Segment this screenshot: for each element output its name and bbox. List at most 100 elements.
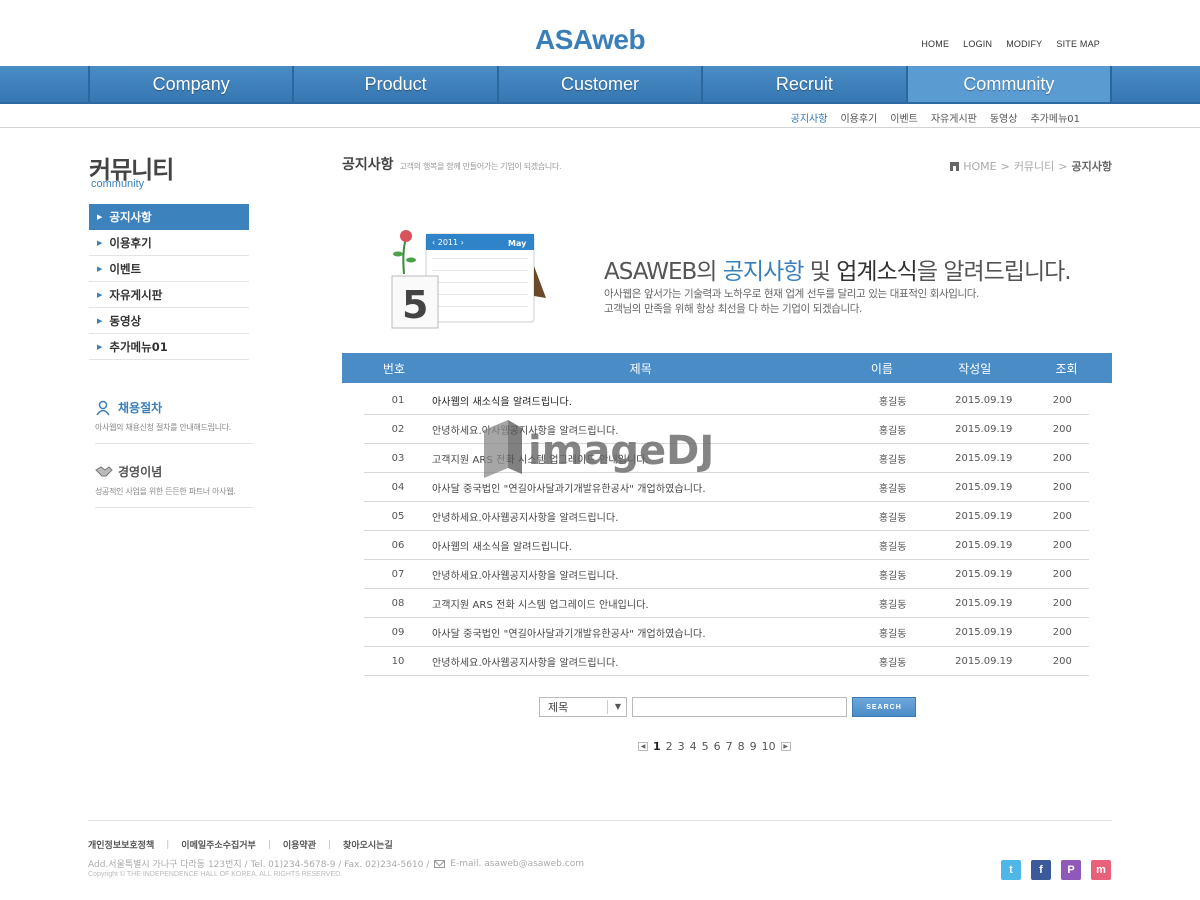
facebook-icon[interactable]: f [1031,860,1051,880]
lnb-item-label: 추가메뉴01 [109,339,168,354]
lnb-item-event[interactable]: ▶ 이벤트 [89,256,249,282]
subnav-notice[interactable]: 공지사항 [791,110,828,125]
row-title-link[interactable]: 아사달 중국법인 "연길아사달과기개발유한공사" 개업하였습니다. [432,480,820,495]
table-row[interactable]: 04 아사달 중국법인 "연길아사달과기개발유한공사" 개업하였습니다. 홍길동 20… [364,473,1089,502]
page-number[interactable]: 3 [678,740,685,753]
login-link[interactable]: LOGIN [963,39,992,49]
page-number[interactable]: 8 [738,740,745,753]
sitemap-link[interactable]: SITE MAP [1056,39,1100,49]
lnb-item-extra[interactable]: ▶ 추가메뉴01 [89,334,249,360]
prev-page-icon[interactable]: ◀ [638,742,648,751]
lnb-item-label: 동영상 [109,313,142,328]
banner-headline: ASAWEB의 공지사항 및 업계소식을 알려드립니다. [604,259,1072,285]
row-date: 2015.09.19 [955,394,1013,406]
lnb-item-review[interactable]: ▶ 이용후기 [89,230,249,256]
person-icon [95,400,113,416]
row-title-link[interactable]: 안녕하세요.아사웹공지사항을 알려드립니다. [432,567,820,582]
search-button[interactable]: SEARCH [852,697,916,717]
lnb-item-video[interactable]: ▶ 동영상 [89,308,249,334]
row-title-link[interactable]: 안녕하세요.아사웹공지사항을 알려드립니다. [432,422,820,437]
row-author: 홍길동 [878,483,907,495]
twitter-icon[interactable]: t [1001,860,1021,880]
row-date: 2015.09.19 [955,655,1013,667]
chevron-right-icon: > [1000,159,1010,173]
page-number[interactable]: 1 [653,740,661,753]
page-number[interactable]: 6 [714,740,721,753]
caret-down-icon: ▼ [614,702,621,711]
table-row[interactable]: 01 아사웹의 새소식을 알려드립니다. 홍길동 2015.09.19 200 [364,386,1089,415]
pagination: ◀ 1 2 3 4 5 6 7 8 9 10 ▶ [638,740,791,753]
subnav-extra[interactable]: 추가메뉴01 [1030,110,1080,125]
gnb-customer[interactable]: Customer [499,66,704,102]
lnb-item-label: 이용후기 [109,235,152,250]
row-title-link[interactable]: 안녕하세요.아사웹공지사항을 알려드립니다. [432,509,820,524]
col-header-date: 작성일 [958,361,992,376]
page-title: 공지사항 고객의 행복을 함께 만들어가는 기업이 되겠습니다. [342,154,562,174]
table-row[interactable]: 03 고객지원 ARS 전화 시스템 업그레이드 안내입니다. 홍길동 2015.09… [364,444,1089,473]
page-number[interactable]: 4 [690,740,697,753]
page-number[interactable]: 2 [666,740,673,753]
page-number[interactable]: 9 [750,740,757,753]
footer-email-refusal-link[interactable]: 이메일주소수집거부 [181,838,256,851]
row-title-link[interactable]: 고객지원 ARS 전화 시스템 업그레이드 안내입니다. [432,451,820,466]
lnb-item-notice[interactable]: ▶ 공지사항 [89,204,249,230]
row-title-link[interactable]: 안녕하세요.아사웹공지사항을 알려드립니다. [432,654,820,669]
breadcrumb-community[interactable]: 커뮤니티 [1014,158,1054,174]
table-row[interactable]: 05 안녕하세요.아사웹공지사항을 알려드립니다. 홍길동 2015.09.19 200 [364,502,1089,531]
next-page-icon[interactable]: ▶ [780,742,791,751]
footer-directions-link[interactable]: 찾아오시는길 [343,838,393,851]
promo-philosophy[interactable]: 경영이념 성공적인 사업을 위한 든든한 파트너 아사웹. [95,463,253,508]
subnav-event[interactable]: 이벤트 [890,110,918,125]
page-number[interactable]: 5 [702,740,709,753]
site-logo[interactable]: ASAweb [535,24,646,56]
table-row[interactable]: 07 안녕하세요.아사웹공지사항을 알려드립니다. 홍길동 2015.09.19 200 [364,560,1089,589]
home-icon [950,161,960,171]
me2day-icon[interactable]: m [1091,860,1111,880]
row-title-link[interactable]: 아사웹의 새소식을 알려드립니다. [432,393,820,408]
subnav-review[interactable]: 이용후기 [840,110,877,125]
row-title-link[interactable]: 고객지원 ARS 전화 시스템 업그레이드 안내입니다. [432,596,820,611]
col-header-hits: 조회 [1055,361,1078,376]
row-title-link[interactable]: 아사달 중국법인 "연길아사달과기개발유한공사" 개업하였습니다. [432,625,820,640]
col-header-no: 번호 [382,361,405,376]
subnav-video[interactable]: 동영상 [990,110,1018,125]
lnb-item-label: 자유게시판 [109,287,163,302]
gnb-company[interactable]: Company [90,66,295,102]
gnb-product[interactable]: Product [294,66,499,102]
row-hits: 200 [1052,510,1072,522]
subnav-free-board[interactable]: 자유게시판 [931,110,977,125]
search-input[interactable] [632,697,847,717]
board-header: 번호 제목 이름 작성일 조회 [342,353,1112,383]
home-link[interactable]: HOME [921,39,949,49]
row-hits: 200 [1052,423,1072,435]
gnb-community[interactable]: Community [907,66,1113,102]
row-hits: 200 [1052,394,1072,406]
row-date: 2015.09.19 [955,568,1013,580]
modify-link[interactable]: MODIFY [1006,39,1042,49]
lnb-item-label: 이벤트 [109,261,142,276]
footer-terms-link[interactable]: 이용약관 [283,838,316,851]
pinterest-icon[interactable]: P [1061,860,1081,880]
banner-description: 아사웹은 앞서가는 기술력과 노하우로 현재 업계 선두를 달리고 있는 대표적… [604,288,979,315]
breadcrumb-home[interactable]: HOME [963,160,996,173]
row-no: 09 [391,626,405,638]
gnb-recruit[interactable]: Recruit [703,66,908,102]
page-number[interactable]: 7 [726,740,733,753]
promo-recruit[interactable]: 채용절차 아사웹의 채용신청 절차를 안내해드립니다. [95,399,253,444]
table-row[interactable]: 09 아사달 중국법인 "연길아사달과기개발유한공사" 개업하였습니다. 홍길동 20… [364,618,1089,647]
page-number[interactable]: 10 [762,740,776,753]
lnb-subtitle: community [91,178,145,190]
table-row[interactable]: 10 안녕하세요.아사웹공지사항을 알려드립니다. 홍길동 2015.09.19 200 [364,647,1089,676]
row-date: 2015.09.19 [955,597,1013,609]
row-hits: 200 [1052,481,1072,493]
search-field-select[interactable]: 제목 ▼ [539,697,627,717]
table-row[interactable]: 08 고객지원 ARS 전화 시스템 업그레이드 안내입니다. 홍길동 2015.09… [364,589,1089,618]
mail-icon [434,859,446,868]
footer-privacy-link[interactable]: 개인정보보호정책 [88,838,154,851]
row-title-link[interactable]: 아사웹의 새소식을 알려드립니다. [432,538,820,553]
table-row[interactable]: 02 안녕하세요.아사웹공지사항을 알려드립니다. 홍길동 2015.09.19 200 [364,415,1089,444]
lnb-item-free-board[interactable]: ▶ 자유게시판 [89,282,249,308]
row-date: 2015.09.19 [955,510,1013,522]
table-row[interactable]: 06 아사웹의 새소식을 알려드립니다. 홍길동 2015.09.19 200 [364,531,1089,560]
page-title-text: 공지사항 [342,157,394,173]
